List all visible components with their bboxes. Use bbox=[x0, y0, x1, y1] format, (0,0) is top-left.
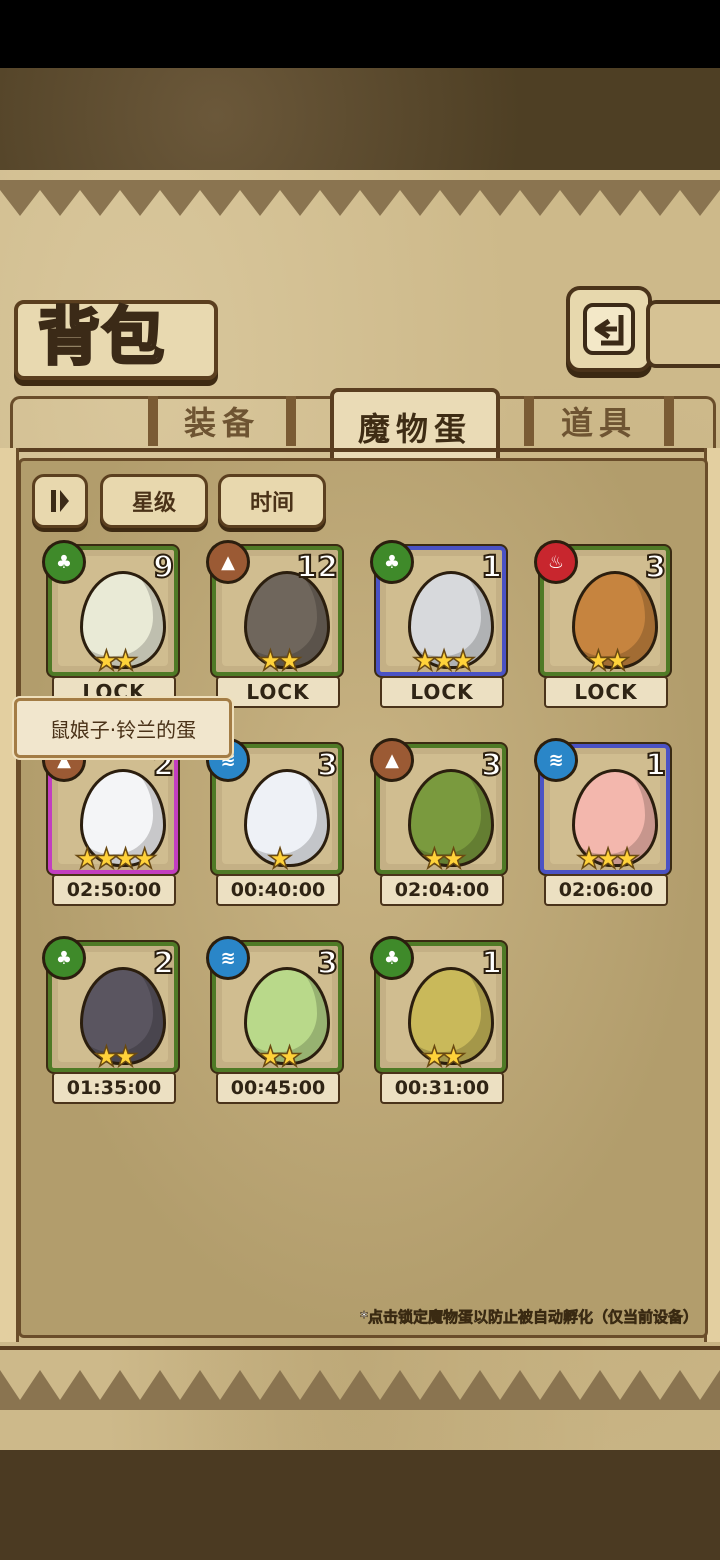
sort-by-time-button[interactable]: 时间 bbox=[218, 474, 326, 528]
hatch-timer: 00:31:00 bbox=[380, 1072, 504, 1104]
grass-element-icon: ♣ bbox=[370, 540, 414, 584]
egg-count: 3 bbox=[316, 747, 339, 784]
egg-count: 3 bbox=[316, 945, 339, 982]
egg-count: 1 bbox=[644, 747, 667, 784]
page-title: 背包 bbox=[36, 299, 167, 375]
star-rating: ★★ bbox=[585, 643, 631, 678]
star-rating: ★★★ bbox=[412, 643, 477, 678]
hatch-timer: 02:06:00 bbox=[544, 874, 668, 906]
panel-edge-left bbox=[0, 448, 19, 1342]
star-rating: ★★★ bbox=[576, 841, 641, 876]
grass-element-icon: ♣ bbox=[42, 540, 86, 584]
star-rating: ★★ bbox=[257, 643, 303, 678]
grass-element-icon: ♣ bbox=[370, 936, 414, 980]
egg-count: 3 bbox=[480, 747, 503, 784]
zigzag-bottom-border bbox=[0, 1370, 720, 1410]
grass-element-icon: ♣ bbox=[42, 936, 86, 980]
water-element-icon: ≋ bbox=[206, 936, 250, 980]
hatch-timer: 02:04:00 bbox=[380, 874, 504, 906]
tab-items-label: 道具 bbox=[560, 404, 637, 442]
lock-label[interactable]: LOCK bbox=[380, 676, 504, 708]
lock-label[interactable]: LOCK bbox=[216, 676, 340, 708]
water-element-icon: ≋ bbox=[534, 738, 578, 782]
egg-count: 9 bbox=[152, 549, 175, 586]
earth-element-icon: ▲ bbox=[206, 540, 250, 584]
star-rating: ★★★★ bbox=[74, 841, 158, 876]
star-rating: ★ bbox=[267, 841, 294, 876]
tab-monster-eggs-label: 魔物蛋 bbox=[357, 410, 472, 448]
egg-count: 3 bbox=[644, 549, 667, 586]
egg-count: 12 bbox=[295, 549, 339, 586]
sort-by-star-button[interactable]: 星级 bbox=[100, 474, 208, 528]
header-right-plate bbox=[646, 300, 720, 368]
hatch-timer: 00:45:00 bbox=[216, 1072, 340, 1104]
star-rating: ★★ bbox=[257, 1039, 303, 1074]
back-arrow-icon bbox=[583, 303, 635, 355]
egg-count: 2 bbox=[152, 945, 175, 982]
earth-element-icon: ▲ bbox=[370, 738, 414, 782]
star-rating: ★★ bbox=[421, 1039, 467, 1074]
lock-label[interactable]: LOCK bbox=[544, 676, 668, 708]
hatch-timer: 00:40:00 bbox=[216, 874, 340, 906]
star-rating: ★★ bbox=[93, 1039, 139, 1074]
zigzag-top-border bbox=[0, 180, 720, 216]
lock-hint-note: *点击锁定魔物蛋以防止被自动孵化（仅当前设备） bbox=[360, 1308, 698, 1327]
egg-count: 1 bbox=[480, 945, 503, 982]
bottom-map-strip bbox=[0, 1450, 720, 1560]
fire-element-icon: ♨ bbox=[534, 540, 578, 584]
hatch-timer: 01:35:00 bbox=[52, 1072, 176, 1104]
sort-order-button[interactable] bbox=[32, 474, 88, 528]
star-rating: ★★ bbox=[421, 841, 467, 876]
sort-toggle-icon bbox=[51, 490, 69, 512]
tab-equipment-label: 装备 bbox=[183, 404, 260, 442]
back-button[interactable] bbox=[566, 286, 652, 372]
tab-items[interactable]: 道具 bbox=[516, 392, 682, 450]
egg-name-tooltip: 鼠娘子·铃兰的蛋 bbox=[14, 698, 232, 758]
star-rating: ★★ bbox=[93, 643, 139, 678]
egg-count: 1 bbox=[480, 549, 503, 586]
tab-equipment[interactable]: 装备 bbox=[140, 392, 304, 450]
hatch-timer: 02:50:00 bbox=[52, 874, 176, 906]
